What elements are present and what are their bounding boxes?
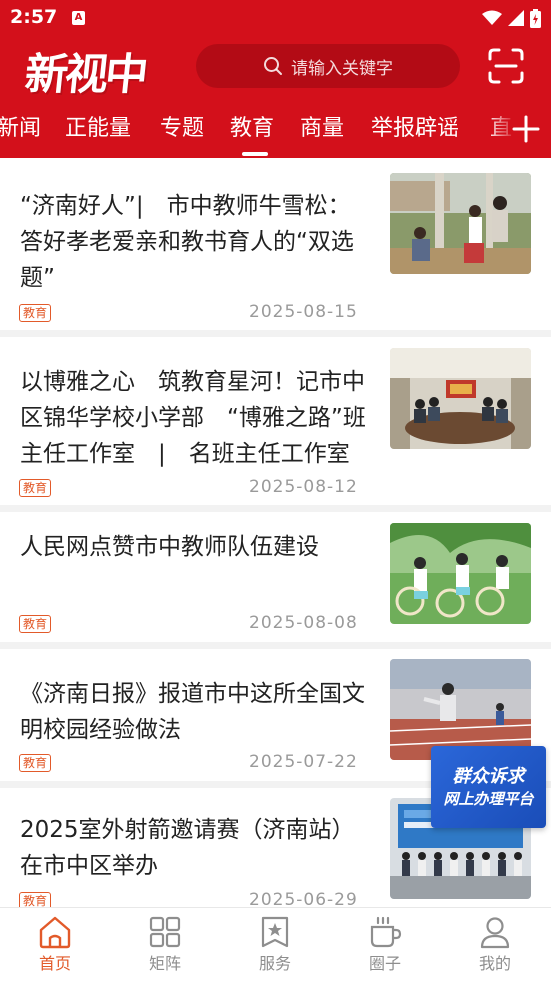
cup-icon [370,916,402,948]
news-item[interactable]: 以博雅之心 筑教育星河！记市中区锦华学校小学部 “博雅之路”班主任工作室 | 名… [0,337,551,505]
category-tag: 教育 [19,615,51,633]
news-thumbnail [390,348,531,449]
category-tag: 教育 [19,754,51,772]
search-bar[interactable]: 请输入关键字 [196,44,460,88]
news-date: 2025-08-15 [249,302,358,322]
nav-matrix[interactable]: 矩阵 [110,908,220,981]
news-title: 2025室外射箭邀请赛（济南站）在市中区举办 [20,817,355,879]
signal-icon [508,10,524,26]
banner-line-2: 网上办理平台 [443,790,534,808]
tab-news[interactable]: 新闻 [0,110,41,142]
news-thumbnail [390,523,531,624]
tab-discussion[interactable]: 商量 [300,110,344,142]
app-header: 2:57 A 新视中 请输入关键字 新闻 正能量 专题 教育 商量 举报辟谣 直 [0,0,551,158]
nav-label: 我的 [478,954,511,973]
tab-report-rumors[interactable]: 举报辟谣 [371,110,459,142]
status-time: 2:57 [10,6,58,28]
list-divider [0,330,551,337]
star-bookmark-icon [261,916,289,948]
scan-icon[interactable] [486,46,526,86]
news-title: 以博雅之心 筑教育星河！记市中区锦华学校小学部 “博雅之路”班主任工作室 | 名… [20,369,366,467]
thumbnail-image [390,348,531,449]
news-thumbnail [390,173,531,274]
search-placeholder: 请输入关键字 [291,58,393,79]
tab-topics[interactable]: 专题 [160,110,204,142]
news-date: 2025-08-12 [249,477,358,497]
news-title: “济南好人”| 市中教师牛雪松：答好孝老爱亲和教书育人的“双选题” [20,193,354,291]
banner-line-1: 群众诉求 [452,766,525,787]
nav-mine[interactable]: 我的 [440,908,550,981]
app-logo: 新视中 [22,50,148,100]
category-tag: 教育 [19,892,51,907]
channel-tabs: 新闻 正能量 专题 教育 商量 举报辟谣 直 [0,104,551,158]
tab-education[interactable]: 教育 [230,110,274,142]
wifi-icon [482,10,502,25]
news-item[interactable]: “济南好人”| 市中教师牛雪松：答好孝老爱亲和教书育人的“双选题” 教育 202… [0,158,551,330]
nav-home[interactable]: 首页 [0,908,110,981]
add-channel-icon[interactable] [511,114,541,144]
nav-circle[interactable]: 圈子 [330,908,440,981]
user-icon [480,917,510,949]
list-divider [0,505,551,512]
status-icons [482,8,541,28]
nav-label: 圈子 [368,954,401,973]
active-tab-indicator [242,152,268,156]
petition-platform-banner[interactable]: 群众诉求 网上办理平台 [431,746,546,828]
grid-icon [149,916,181,948]
notification-app-icon: A [72,11,85,25]
news-date: 2025-08-08 [249,613,358,633]
home-icon [39,916,71,949]
nav-services[interactable]: 服务 [220,908,330,981]
news-date: 2025-06-29 [249,890,358,907]
news-date: 2025-07-22 [249,752,358,772]
list-divider [0,642,551,649]
news-title: 人民网点赞市中教师队伍建设 [20,534,319,560]
news-item[interactable]: 人民网点赞市中教师队伍建设 教育 2025-08-08 [0,512,551,642]
thumbnail-image [390,173,531,274]
thumbnail-image [390,659,531,760]
category-tag: 教育 [19,479,51,497]
category-tag: 教育 [19,304,51,322]
search-icon [264,57,282,75]
battery-icon [530,8,541,28]
thumbnail-image [390,523,531,624]
tab-positive-energy[interactable]: 正能量 [65,110,131,142]
bottom-nav: 首页 矩阵 服务 圈子 我的 [0,907,551,981]
nav-label: 服务 [258,954,291,973]
news-thumbnail [390,659,531,760]
nav-label: 矩阵 [148,954,181,973]
status-bar: 2:57 A [0,0,551,36]
news-title: 《济南日报》报道市中这所全国文明校园经验做法 [20,681,365,743]
nav-label: 首页 [38,954,71,973]
